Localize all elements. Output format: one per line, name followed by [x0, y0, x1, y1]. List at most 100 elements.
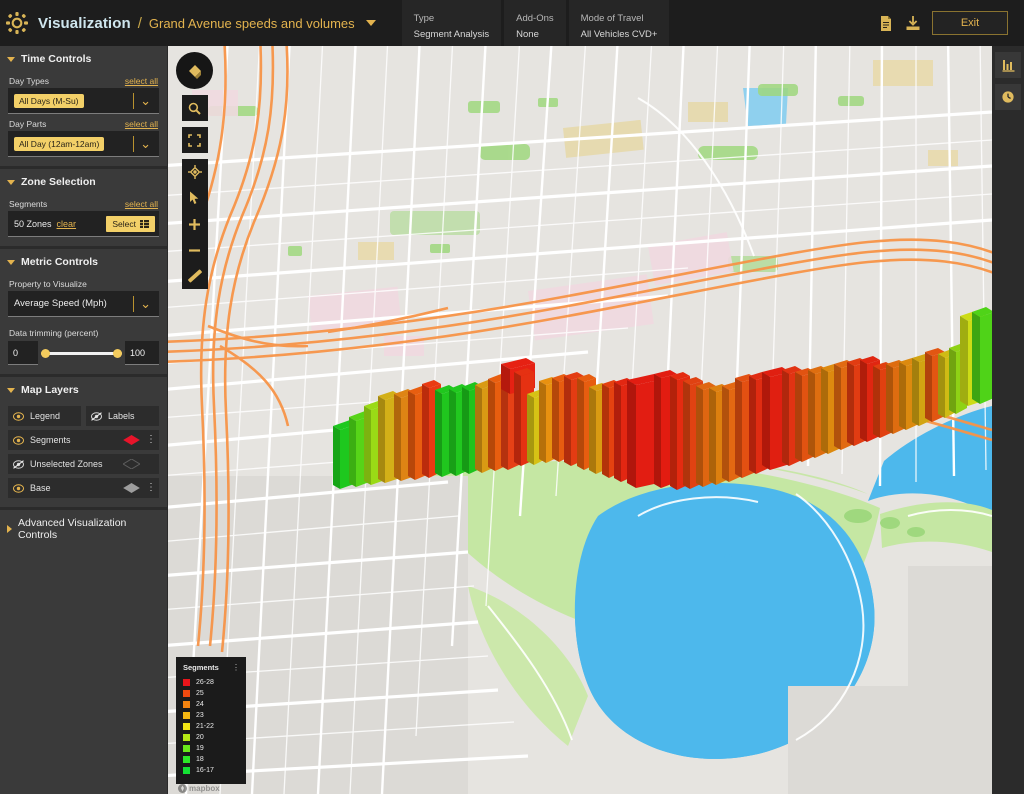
chip-mode-of-travel[interactable]: Mode of Travel All Vehicles CVD+: [568, 0, 670, 46]
legend-item: 16-17: [183, 765, 240, 776]
mapbox-logo-icon: [178, 784, 187, 793]
panel-zone-selection-title: Zone Selection: [21, 176, 96, 188]
minus-icon: [189, 248, 200, 252]
zoom-in-tool[interactable]: [182, 211, 208, 237]
pointer-tool[interactable]: [182, 185, 208, 211]
collapse-triangle-icon[interactable]: [7, 387, 15, 393]
trim-max-input[interactable]: 100: [125, 341, 159, 365]
segments-menu-icon[interactable]: ⋮: [146, 435, 156, 445]
chip-mode-value: All Vehicles CVD+: [580, 28, 658, 40]
zone-select-button[interactable]: Select: [106, 215, 155, 232]
chip-addons[interactable]: Add-Ons None: [504, 0, 566, 46]
day-parts-select-all[interactable]: select all: [125, 119, 158, 129]
history-button[interactable]: [995, 84, 1021, 110]
expand-triangle-icon[interactable]: [7, 525, 12, 533]
panel-map-layers: Map Layers Legend Labels Segments ⋮ Unse…: [0, 377, 167, 510]
slider-knob-max[interactable]: [113, 348, 122, 358]
layer-label-segments: Segments: [30, 435, 71, 445]
legend-label: 23: [196, 712, 204, 719]
unselected-zones-swatch-icon: [123, 459, 140, 469]
cursor-icon: [190, 191, 199, 204]
mapbox-attribution-label: mapbox: [189, 784, 220, 793]
panel-time-controls-title: Time Controls: [21, 53, 92, 65]
panel-zone-selection: Zone Selection Segments select all 50 Zo…: [0, 169, 167, 249]
download-icon[interactable]: [905, 14, 921, 32]
layer-row-base[interactable]: Base ⋮: [8, 478, 159, 498]
legend-label: 19: [196, 745, 204, 752]
exit-button[interactable]: Exit: [932, 11, 1008, 35]
legend-swatch: [183, 767, 190, 774]
eye-off-icon: [13, 459, 24, 469]
kebab-menu-icon[interactable]: ⋮: [232, 663, 240, 672]
panel-advanced-header[interactable]: Advanced Visualization Controls: [0, 510, 167, 547]
collapse-triangle-icon[interactable]: [7, 179, 15, 185]
top-bar: Visualization / Grand Avenue speeds and …: [0, 0, 1024, 46]
fullscreen-tool[interactable]: [182, 127, 208, 153]
collapse-triangle-icon[interactable]: [7, 259, 15, 265]
chevron-down-icon[interactable]: ⌄: [134, 137, 157, 150]
panel-metric-controls-header[interactable]: Metric Controls: [0, 249, 167, 274]
day-parts-row: Day Parts select all: [0, 114, 167, 131]
panel-time-controls-header[interactable]: Time Controls: [0, 46, 167, 71]
zoom-out-tool[interactable]: [182, 237, 208, 263]
slider-knob-min[interactable]: [41, 348, 50, 358]
legend-swatch: [183, 745, 190, 752]
recenter-tool[interactable]: [182, 159, 208, 185]
trim-slider[interactable]: [38, 341, 125, 365]
property-select[interactable]: Average Speed (Mph) ⌄: [8, 291, 159, 317]
search-tool[interactable]: [182, 95, 208, 121]
legend-item: 25: [183, 688, 240, 699]
segments-swatch-icon: [123, 435, 140, 445]
measure-tool[interactable]: [182, 263, 208, 289]
day-types-select-all[interactable]: select all: [125, 76, 158, 86]
header-chips: Type Segment Analysis Add-Ons None Mode …: [401, 0, 670, 46]
chevron-down-icon[interactable]: [365, 20, 376, 26]
eye-icon: [13, 483, 24, 493]
ruler-icon: [187, 269, 202, 283]
legend-label: 16-17: [196, 767, 214, 774]
panel-time-controls: Time Controls Day Types select all All D…: [0, 46, 167, 169]
bar-chart-icon: [1002, 59, 1014, 72]
chip-type[interactable]: Type Segment Analysis: [401, 0, 502, 46]
header-actions: Exit: [878, 0, 1024, 46]
chevron-down-icon[interactable]: ⌄: [134, 297, 157, 310]
right-rail: [992, 46, 1024, 794]
project-name[interactable]: Grand Avenue speeds and volumes: [149, 16, 355, 31]
panel-advanced-title: Advanced Visualization Controls: [18, 517, 127, 541]
crosshair-icon: [187, 165, 202, 179]
day-parts-label: Day Parts: [9, 119, 47, 129]
chart-panel-button[interactable]: [995, 52, 1021, 78]
segments-select-all[interactable]: select all: [125, 199, 158, 209]
document-icon[interactable]: [878, 14, 894, 32]
legend-swatch: [183, 756, 190, 763]
day-parts-select[interactable]: All Day (12am-12am) ⌄: [8, 131, 159, 157]
layer-row-labels[interactable]: Labels: [86, 406, 159, 426]
panel-zone-selection-header[interactable]: Zone Selection: [0, 169, 167, 194]
legend-label: 24: [196, 701, 204, 708]
zone-clear-link[interactable]: clear: [57, 219, 77, 229]
expand-icon: [188, 133, 201, 147]
eye-icon: [13, 435, 24, 445]
collapse-triangle-icon[interactable]: [7, 56, 15, 62]
paint-bucket-tool[interactable]: [176, 52, 213, 89]
layer-row-legend[interactable]: Legend: [8, 406, 81, 426]
chevron-down-icon[interactable]: ⌄: [134, 94, 157, 107]
slider-track: [41, 351, 122, 355]
clock-icon: [1002, 91, 1014, 103]
layer-row-segments[interactable]: Segments ⋮: [8, 430, 159, 450]
chip-addons-key: Add-Ons: [516, 12, 554, 24]
map-canvas[interactable]: Segments ⋮ 26-28 25 24 23 21-22 20 19 18…: [168, 46, 992, 794]
panel-map-layers-header[interactable]: Map Layers: [0, 377, 167, 402]
panel-map-layers-title: Map Layers: [21, 384, 79, 396]
day-parts-value-tag: All Day (12am-12am): [14, 136, 105, 151]
bucket-icon: [188, 64, 201, 79]
base-menu-icon[interactable]: ⋮: [146, 483, 156, 493]
gear-burst-logo: [0, 0, 34, 46]
legend-label: 26-28: [196, 679, 214, 686]
layer-row-unselected-zones[interactable]: Unselected Zones: [8, 454, 159, 474]
day-types-select[interactable]: All Days (M-Su) ⌄: [8, 88, 159, 114]
trim-min-input[interactable]: 0: [8, 341, 38, 365]
breadcrumb-separator: /: [137, 14, 142, 32]
map-legend: Segments ⋮ 26-28 25 24 23 21-22 20 19 18…: [176, 657, 246, 784]
mapbox-attribution[interactable]: mapbox: [178, 784, 220, 793]
